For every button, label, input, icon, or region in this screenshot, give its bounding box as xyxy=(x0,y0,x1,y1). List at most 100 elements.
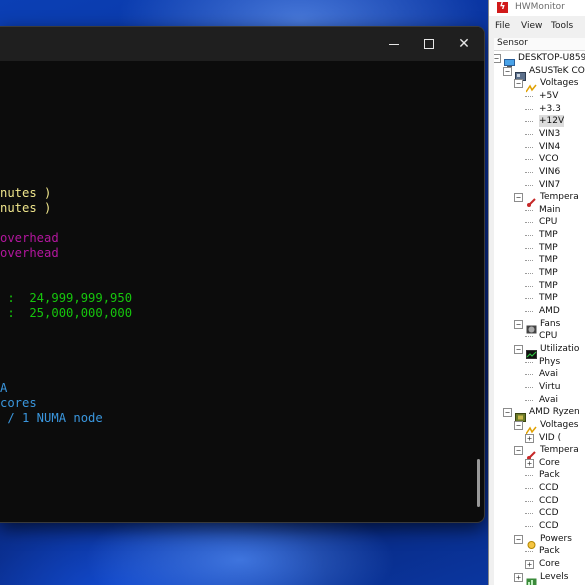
terminal-line: / 1 NUMA node xyxy=(0,411,103,425)
tree-item-label: Phys xyxy=(539,356,561,367)
tree-item[interactable]: VIN3 xyxy=(494,128,585,140)
tree-item[interactable]: + Levels xyxy=(494,571,585,585)
collapse-icon[interactable]: − xyxy=(514,79,523,89)
hwmonitor-window[interactable]: ϟ HWMonitor File View Tools Sensor − DESK… xyxy=(488,0,585,585)
tree-item[interactable]: Main xyxy=(494,204,585,216)
collapse-icon[interactable]: − xyxy=(514,193,523,203)
tree-item[interactable]: Pack xyxy=(494,545,585,557)
tree-item[interactable]: CCD xyxy=(494,520,585,532)
tree-item[interactable]: − Voltages xyxy=(494,77,585,93)
tree-item[interactable]: − Tempera xyxy=(494,191,585,208)
tree-item[interactable]: − DESKTOP-U859 xyxy=(494,52,585,68)
tree-connector xyxy=(525,146,533,148)
tree-connector xyxy=(525,386,533,388)
levels-icon xyxy=(526,572,537,585)
minimize-button[interactable] xyxy=(376,27,412,61)
tree-item[interactable]: Avai xyxy=(494,394,585,406)
tree-item[interactable]: VCO xyxy=(494,153,585,165)
tree-item[interactable]: − Utilizatio xyxy=(494,343,585,359)
expand-icon[interactable]: + xyxy=(525,560,534,569)
tree-item-label: Voltages xyxy=(540,419,579,430)
tree-item[interactable]: Pack xyxy=(494,469,585,481)
tree-item-label: Powers xyxy=(540,533,572,544)
tree-item[interactable]: +3.3 xyxy=(494,103,585,115)
tree-item-label: Fans xyxy=(540,318,561,329)
tree-item[interactable]: CCD xyxy=(494,495,585,507)
collapse-icon[interactable]: − xyxy=(503,408,512,418)
tree-item[interactable]: TMP xyxy=(494,254,585,266)
terminal-output[interactable]: nutes ) nutes ) overhead overhead : 24,9… xyxy=(0,61,484,522)
tree-connector xyxy=(525,222,533,224)
collapse-icon[interactable]: − xyxy=(503,66,512,76)
collapse-icon[interactable]: − xyxy=(514,420,523,430)
terminal-scrollbar[interactable] xyxy=(477,459,480,507)
close-button[interactable]: ✕ xyxy=(446,27,482,61)
tree-item-label: VIN4 xyxy=(539,141,561,152)
tree-item[interactable]: − Voltages xyxy=(494,419,585,435)
tree-item[interactable]: VIN7 xyxy=(494,179,585,191)
collapse-icon[interactable]: − xyxy=(514,319,523,329)
tree-item-label: VIN7 xyxy=(539,179,561,190)
tree-item[interactable]: − Powers xyxy=(494,533,585,549)
tree-item-label: VIN3 xyxy=(539,128,561,139)
tree-item[interactable]: TMP xyxy=(494,242,585,254)
tree-connector xyxy=(525,133,533,135)
thermometer-icon xyxy=(526,445,536,461)
column-header-sensor[interactable]: Sensor xyxy=(494,38,585,51)
terminal-line: : 24,999,999,950 xyxy=(0,291,133,305)
tree-item[interactable]: − AMD Ryzen xyxy=(494,406,585,423)
tree-item[interactable]: CCD xyxy=(494,507,585,519)
tree-connector xyxy=(525,475,533,477)
terminal-line: : 25,000,000,000 xyxy=(0,306,133,320)
tree-item[interactable]: TMP xyxy=(494,280,585,292)
tree-item[interactable]: CPU xyxy=(494,216,585,228)
hwmonitor-titlebar[interactable]: ϟ HWMonitor xyxy=(489,0,585,16)
tree-item[interactable]: − Fans xyxy=(494,318,585,334)
tree-item[interactable]: − Tempera xyxy=(494,444,585,461)
terminal-window[interactable]: ✕ nutes ) nutes ) overhead overhead : 24… xyxy=(0,26,485,523)
tree-item[interactable]: Virtu xyxy=(494,381,585,393)
tree-item[interactable]: TMP xyxy=(494,229,585,241)
tree-item[interactable]: + Core xyxy=(494,558,585,570)
menu-file[interactable]: File xyxy=(495,21,510,31)
tree-item[interactable]: Avai xyxy=(494,368,585,380)
tree-connector xyxy=(525,488,533,490)
tree-item[interactable]: AMD xyxy=(494,305,585,317)
tree-item[interactable]: VIN6 xyxy=(494,166,585,178)
menu-view[interactable]: View xyxy=(521,21,542,31)
tree-item-label: TMP xyxy=(539,293,558,304)
tree-item[interactable]: TMP xyxy=(494,267,585,279)
tree-item[interactable]: +5V xyxy=(494,90,585,102)
tree-item[interactable]: Phys xyxy=(494,356,585,368)
tree-connector xyxy=(525,298,533,300)
menu-tools[interactable]: Tools xyxy=(551,21,573,31)
collapse-icon[interactable]: − xyxy=(494,54,501,63)
tree-item[interactable]: +12V xyxy=(494,115,585,128)
tree-connector xyxy=(525,285,533,287)
tree-connector xyxy=(525,526,533,528)
expand-icon[interactable]: + xyxy=(525,433,534,443)
tree-item[interactable]: TMP xyxy=(494,292,585,304)
tree-item-label: CPU xyxy=(539,331,558,342)
tree-item[interactable]: + VID ( xyxy=(494,432,585,444)
collapse-icon[interactable]: − xyxy=(514,534,523,544)
minimize-icon xyxy=(389,44,399,45)
terminal-titlebar[interactable]: ✕ xyxy=(0,27,484,61)
sensor-tree[interactable]: Sensor − DESKTOP-U859− ASUSTeK CO − Voltages… xyxy=(494,38,585,585)
tree-item[interactable]: − ASUSTeK CO xyxy=(494,65,585,81)
tree-item[interactable]: CCD xyxy=(494,482,585,494)
collapse-icon[interactable]: − xyxy=(514,446,523,456)
expand-icon[interactable]: + xyxy=(514,572,523,582)
tree-item[interactable]: + Core xyxy=(494,457,585,469)
tree-item[interactable]: VIN4 xyxy=(494,141,585,153)
tree-connector xyxy=(525,171,533,173)
tree-connector xyxy=(525,209,533,211)
tree-item[interactable]: CPU xyxy=(494,330,585,342)
maximize-button[interactable] xyxy=(411,27,447,61)
collapse-icon[interactable]: − xyxy=(514,344,523,354)
expand-icon[interactable]: + xyxy=(525,458,534,468)
tree-item-label: Tempera xyxy=(540,192,579,203)
column-header-label: Sensor xyxy=(497,38,528,48)
tree-connector xyxy=(525,273,533,275)
tree-connector xyxy=(525,500,533,502)
